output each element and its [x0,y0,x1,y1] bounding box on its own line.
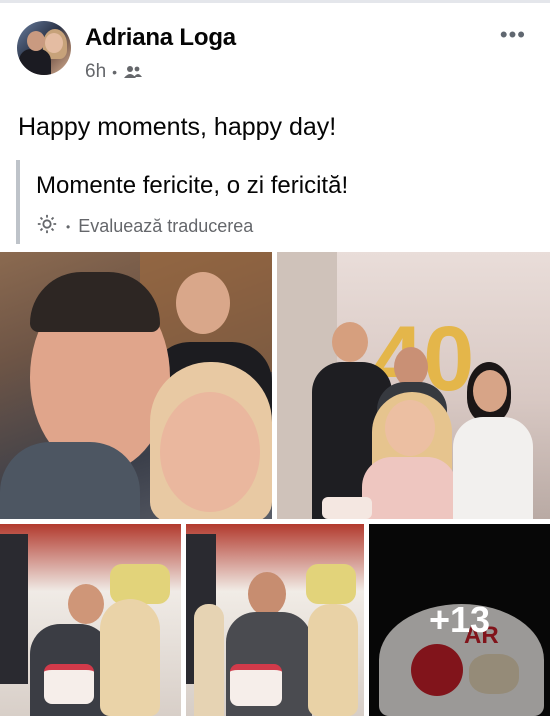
balloons [306,564,356,604]
photo-3[interactable] [0,524,181,716]
person-face [68,584,104,624]
person-hair [308,604,358,716]
person-face [473,370,507,412]
person-face [385,400,435,456]
post-text: Happy moments, happy day! [18,113,337,141]
dark-door [0,534,28,684]
person-face [160,392,260,512]
translation-text: Momente fericite, o zi fericită! [36,172,349,199]
person-body [362,457,457,519]
photo-1[interactable] [0,252,272,519]
post-meta: 6h • [85,61,143,83]
photo-2[interactable]: 40 [277,252,550,519]
translation-bar [16,160,20,244]
photo-5[interactable]: AR +13 [369,524,550,716]
author-name[interactable]: Adriana Loga [85,24,236,52]
person-face [332,322,368,362]
more-options-button[interactable]: ••• [500,22,526,48]
person-hair [100,599,160,716]
friends-icon[interactable] [123,64,143,80]
cake [322,497,372,519]
author-avatar[interactable] [17,21,71,75]
gear-icon[interactable] [36,213,58,240]
top-divider [0,0,550,3]
person-body [0,442,140,519]
more-photos-count[interactable]: +13 [369,524,550,716]
meta-separator: • [112,64,118,80]
cake [44,664,94,704]
post-time[interactable]: 6h [85,61,106,83]
person-hair [194,604,224,716]
person-face [394,347,428,387]
rate-translation-link[interactable]: Evaluează traducerea [78,216,253,237]
person-face [248,572,286,616]
meta-separator: • [66,219,71,234]
photo-4[interactable] [186,524,364,716]
translation-meta: • Evaluează traducerea [36,213,253,240]
person-face [176,272,230,334]
cake [230,664,282,706]
person-body [453,417,533,519]
balloons [110,564,170,604]
